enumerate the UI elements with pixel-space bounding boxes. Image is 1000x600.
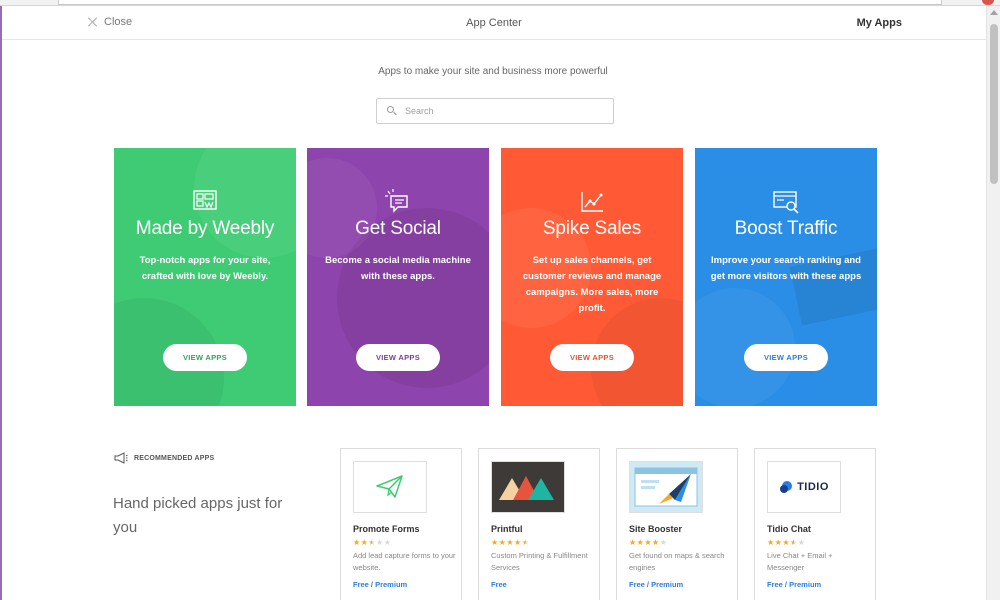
app-center-header: Close App Center My Apps [2, 6, 986, 40]
weebly-apps-icon [193, 190, 217, 210]
recommended-tagline: Hand picked apps just for you [113, 495, 283, 536]
card-title: Boost Traffic [734, 218, 838, 239]
my-apps-link[interactable]: My Apps [857, 17, 902, 29]
card-description: Top-notch apps for your site, crafted wi… [139, 255, 271, 282]
star-filled-icon: ★ [521, 538, 530, 547]
app-name: Tidio Chat [767, 524, 811, 534]
megaphone-icon [114, 452, 128, 464]
star-filled-icon: ★ [782, 538, 791, 547]
star-rating: ★★★★★ [353, 538, 391, 547]
page-subtitle: Apps to make your site and business more… [378, 66, 608, 77]
search-window-icon [773, 191, 799, 214]
rocket-icon [634, 467, 698, 507]
page-title: App Center [466, 17, 522, 29]
category-card-spike-sales[interactable]: Spike Sales Set up sales channels, get c… [501, 148, 683, 406]
card-description: Become a social media machine with these… [325, 255, 471, 282]
app-description: Custom Printing & Fulfillment Services [491, 551, 588, 572]
app-description: Live Chat + Email + Messenger [767, 551, 833, 572]
app-card-tidio-chat[interactable]: TIDIO Tidio Chat ★★★★★ Live Chat + Email… [754, 448, 876, 600]
star-filled-icon: ★ [629, 538, 637, 547]
star-filled-icon: ★ [506, 538, 515, 547]
scrollbar-thumb[interactable] [990, 24, 998, 184]
app-card-printful[interactable]: Printful ★★★★★ Custom Printing & Fulfill… [478, 448, 600, 600]
app-price: Free / Premium [353, 580, 408, 589]
search-input[interactable] [405, 106, 595, 116]
category-card-made-by-weebly[interactable]: Made by Weebly Top-notch apps for your s… [114, 148, 296, 406]
star-filled-icon: ★ [790, 538, 798, 547]
app-price: Free / Premium [629, 580, 684, 589]
card-title: Made by Weebly [135, 218, 275, 239]
printful-logo-icon [499, 476, 554, 500]
view-apps-button[interactable]: VIEW APPS [744, 344, 828, 371]
card-description: Set up sales channels, get customer revi… [522, 255, 662, 314]
app-card-promote-forms[interactable]: Promote Forms ★★★★★ Add lead capture for… [340, 448, 462, 600]
line-chart-icon [581, 192, 603, 212]
star-filled-icon: ★ [644, 538, 653, 547]
category-card-boost-traffic[interactable]: Boost Traffic Improve your search rankin… [695, 148, 877, 406]
app-price: Free [491, 580, 507, 589]
star-filled-icon: ★ [368, 538, 377, 547]
paper-plane-icon [376, 475, 403, 498]
star-filled-icon: ★ [514, 538, 522, 547]
view-apps-button[interactable]: VIEW APPS [356, 344, 440, 371]
window-frame [0, 0, 2, 600]
star-filled-icon: ★ [767, 538, 775, 547]
star-empty-icon: ★ [797, 538, 806, 547]
app-thumbnail [353, 461, 427, 513]
recommended-apps-header: RECOMMENDED APPS [114, 452, 214, 464]
star-filled-icon: ★ [491, 538, 499, 547]
star-empty-icon: ★ [383, 538, 392, 547]
browser-extension-icon[interactable] [982, 0, 994, 5]
star-rating: ★★★★★ [491, 538, 529, 547]
chat-bubble-icon [385, 189, 408, 213]
view-apps-button[interactable]: VIEW APPS [550, 344, 634, 371]
star-filled-icon: ★ [353, 538, 361, 547]
star-rating: ★★★★★ [629, 538, 667, 547]
app-price: Free / Premium [767, 580, 822, 589]
star-empty-icon: ★ [659, 538, 668, 547]
star-rating: ★★★★★ [767, 538, 805, 547]
app-name: Promote Forms [353, 524, 420, 534]
view-apps-button[interactable]: VIEW APPS [163, 344, 247, 371]
app-name: Printful [491, 524, 523, 534]
recommended-apps-label: RECOMMENDED APPS [134, 454, 215, 462]
address-bar[interactable] [58, 0, 942, 5]
tidio-logo-icon: TIDIO [779, 480, 829, 494]
app-thumbnail [491, 461, 565, 513]
search-icon [387, 106, 397, 116]
star-empty-icon: ★ [376, 538, 384, 547]
app-thumbnail [629, 461, 703, 513]
scroll-up-arrow-icon[interactable] [990, 10, 998, 15]
tidio-chat-bubble-icon [780, 481, 793, 493]
app-card-site-booster[interactable]: Site Booster ★★★★★ Get found on maps & s… [616, 448, 738, 600]
app-name: Site Booster [629, 524, 683, 534]
app-description: Add lead capture forms to your website. [353, 551, 456, 572]
tidio-logo-text: TIDIO [797, 481, 829, 493]
card-title: Get Social [355, 218, 441, 239]
category-card-get-social[interactable]: Get Social Become a social media machine… [307, 148, 489, 406]
star-filled-icon: ★ [652, 538, 660, 547]
app-description: Get found on maps & search engines [629, 551, 725, 572]
app-thumbnail: TIDIO [767, 461, 841, 513]
page-scrollbar[interactable] [986, 6, 1000, 600]
search-box[interactable] [376, 98, 614, 124]
card-description: Improve your search ranking and get more… [710, 255, 862, 282]
card-title: Spike Sales [542, 218, 642, 239]
